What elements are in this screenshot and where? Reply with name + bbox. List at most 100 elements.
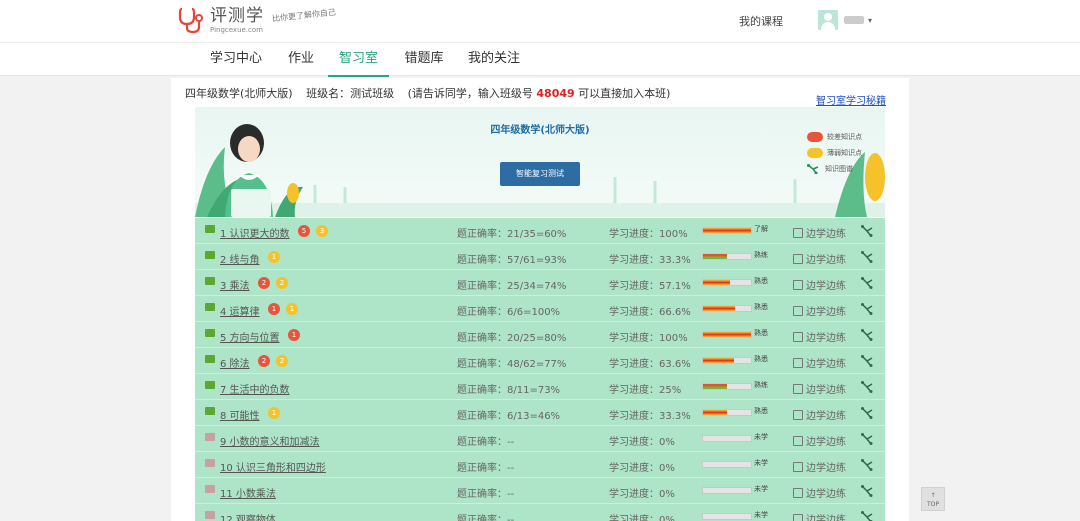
study-room-panel: 四年级数学(北师大版) 班级名：测试班级 (请告诉同学，输入班级号 48049 … [171,78,909,521]
chapter-row: 10 认识三角形和四边形 题正确率：-- 学习进度：0% 未学 边学边练 [195,452,885,478]
chapter-title-link[interactable]: 2 线与角 [220,251,260,266]
mastery-bar [702,357,752,364]
practice-button[interactable]: 边学边练 [793,251,846,266]
class-name: 班级名：测试班级 [306,87,395,100]
class-number: 48049 [536,87,575,100]
knowledge-graph-icon[interactable] [861,329,873,341]
smart-review-test-button[interactable]: 智能复习测试 [500,162,580,186]
practice-button[interactable]: 边学边练 [793,381,846,396]
practice-button[interactable]: 边学边练 [793,355,846,370]
class-info: 四年级数学(北师大版) 班级名：测试班级 (请告诉同学，输入班级号 48049 … [185,85,670,101]
folder-icon [205,407,215,415]
folder-icon [205,485,215,493]
chapter-title-link[interactable]: 7 生活中的负数 [220,381,290,396]
progress-text: 学习进度：33.3% [609,255,691,266]
mastery-bar [702,487,752,494]
chapter-row: 12 观察物体 题正确率：-- 学习进度：0% 未学 边学边练 [195,504,885,521]
knowledge-graph-icon[interactable] [861,381,873,393]
practice-button[interactable]: 边学边练 [793,277,846,292]
mastery-level: 了解 [754,225,768,233]
practice-button[interactable]: 边学边练 [793,511,846,521]
mastery-bar [702,461,752,468]
bad-point-badge: 1 [268,303,280,315]
practice-button[interactable]: 边学边练 [793,303,846,318]
practice-button[interactable]: 边学边练 [793,225,846,240]
practice-button[interactable]: 边学边练 [793,433,846,448]
chapter-title-link[interactable]: 1 认识更大的数 [220,225,290,240]
folder-icon [205,251,215,259]
user-menu[interactable]: ▾ [818,10,872,30]
nav-item-homework[interactable]: 作业 [281,43,321,77]
knowledge-graph-icon[interactable] [861,459,873,471]
progress-text: 学习进度：0% [609,489,675,500]
top-header: 评测学 Pingcexue.com 比你更了解你自己 我的课程 ▾ [0,0,1080,42]
chapter-title-link[interactable]: 12 观察物体 [220,511,276,521]
knowledge-graph-icon[interactable] [861,355,873,367]
mastery-bar [702,513,752,520]
mastery-level: 未学 [754,511,768,519]
study-tips-link[interactable]: 智习室学习秘籍 [816,92,886,107]
knowledge-graph-icon[interactable] [861,251,873,263]
accuracy-text: 题正确率：21/35=60% [457,229,567,240]
edit-icon [793,461,803,472]
chapter-title-link[interactable]: 10 认识三角形和四边形 [220,459,326,474]
nav-item-following[interactable]: 我的关注 [462,43,526,77]
bad-point-badge: 2 [258,355,270,367]
mastery-level: 未学 [754,485,768,493]
nav-item-study-room[interactable]: 智习室 [328,43,389,77]
mastery-level: 未学 [754,433,768,441]
chapter-row: 8 可能性 1 题正确率：6/13=46% 学习进度：33.3% 熟悉 边学边练 [195,400,885,426]
chapter-title-link[interactable]: 5 方向与位置 [220,329,280,344]
weak-point-badge: 3 [316,225,328,237]
practice-label: 边学边练 [806,463,846,474]
knowledge-graph-icon[interactable] [861,511,873,521]
progress-text: 学习进度：0% [609,463,675,474]
chapter-title-link[interactable]: 3 乘法 [220,277,250,292]
practice-button[interactable]: 边学边练 [793,329,846,344]
my-course-link[interactable]: 我的课程 [739,13,783,29]
knowledge-graph-icon[interactable] [861,407,873,419]
chapter-title-link[interactable]: 9 小数的意义和加减法 [220,433,320,448]
practice-button[interactable]: 边学边练 [793,459,846,474]
chapter-title-link[interactable]: 6 除法 [220,355,250,370]
mastery-bar [702,435,752,442]
edit-icon [793,279,803,290]
knowledge-graph-icon[interactable] [861,277,873,289]
bad-point-badge: 5 [298,225,310,237]
edit-icon [793,357,803,368]
chapter-title-link[interactable]: 8 可能性 [220,407,260,422]
chapter-row: 9 小数的意义和加减法 题正确率：-- 学习进度：0% 未学 边学边练 [195,426,885,452]
nav-item-learning-center[interactable]: 学习中心 [204,43,268,77]
knowledge-graph-icon[interactable] [861,225,873,237]
accuracy-text: 题正确率：57/61=93% [457,255,567,266]
edit-icon [793,383,803,394]
knowledge-graph-icon[interactable] [861,303,873,315]
chapter-row: 5 方向与位置 1 题正确率：20/25=80% 学习进度：100% 熟悉 边学边练 [195,322,885,348]
progress-text: 学习进度：33.3% [609,411,691,422]
accuracy-text: 题正确率：48/62=77% [457,359,567,370]
folder-icon [205,355,215,363]
edit-icon [793,513,803,521]
chapter-title-link[interactable]: 4 运算律 [220,303,260,318]
knowledge-graph-icon[interactable] [861,433,873,445]
edit-icon [793,305,803,316]
progress-text: 学习进度：63.6% [609,359,691,370]
accuracy-text: 题正确率：8/11=73% [457,385,561,396]
legend-bad: 较差知识点 [807,129,862,145]
practice-button[interactable]: 边学边练 [793,485,846,500]
bad-point-badge: 1 [288,329,300,341]
practice-button[interactable]: 边学边练 [793,407,846,422]
nav-item-mistakes[interactable]: 错题库 [398,43,450,77]
avatar [818,10,838,30]
folder-icon [205,303,215,311]
chapter-list: 1 认识更大的数 5 3 题正确率：21/35=60% 学习进度：100% 了解 边学边练 2… [195,218,885,521]
chapter-row: 3 乘法 2 2 题正确率：25/34=74% 学习进度：57.1% 熟悉 边学边练 [195,270,885,296]
folder-icon [205,329,215,337]
legend-graph[interactable]: 知识图谱 [807,161,862,177]
edit-icon [793,253,803,264]
knowledge-graph-icon[interactable] [861,485,873,497]
logo[interactable]: 评测学 Pingcexue.com 比你更了解你自己 [178,6,336,34]
brand-name: 评测学 [210,6,264,26]
chapter-title-link[interactable]: 11 小数乘法 [220,485,276,500]
back-to-top-button[interactable]: ↑ TOP [921,487,945,511]
